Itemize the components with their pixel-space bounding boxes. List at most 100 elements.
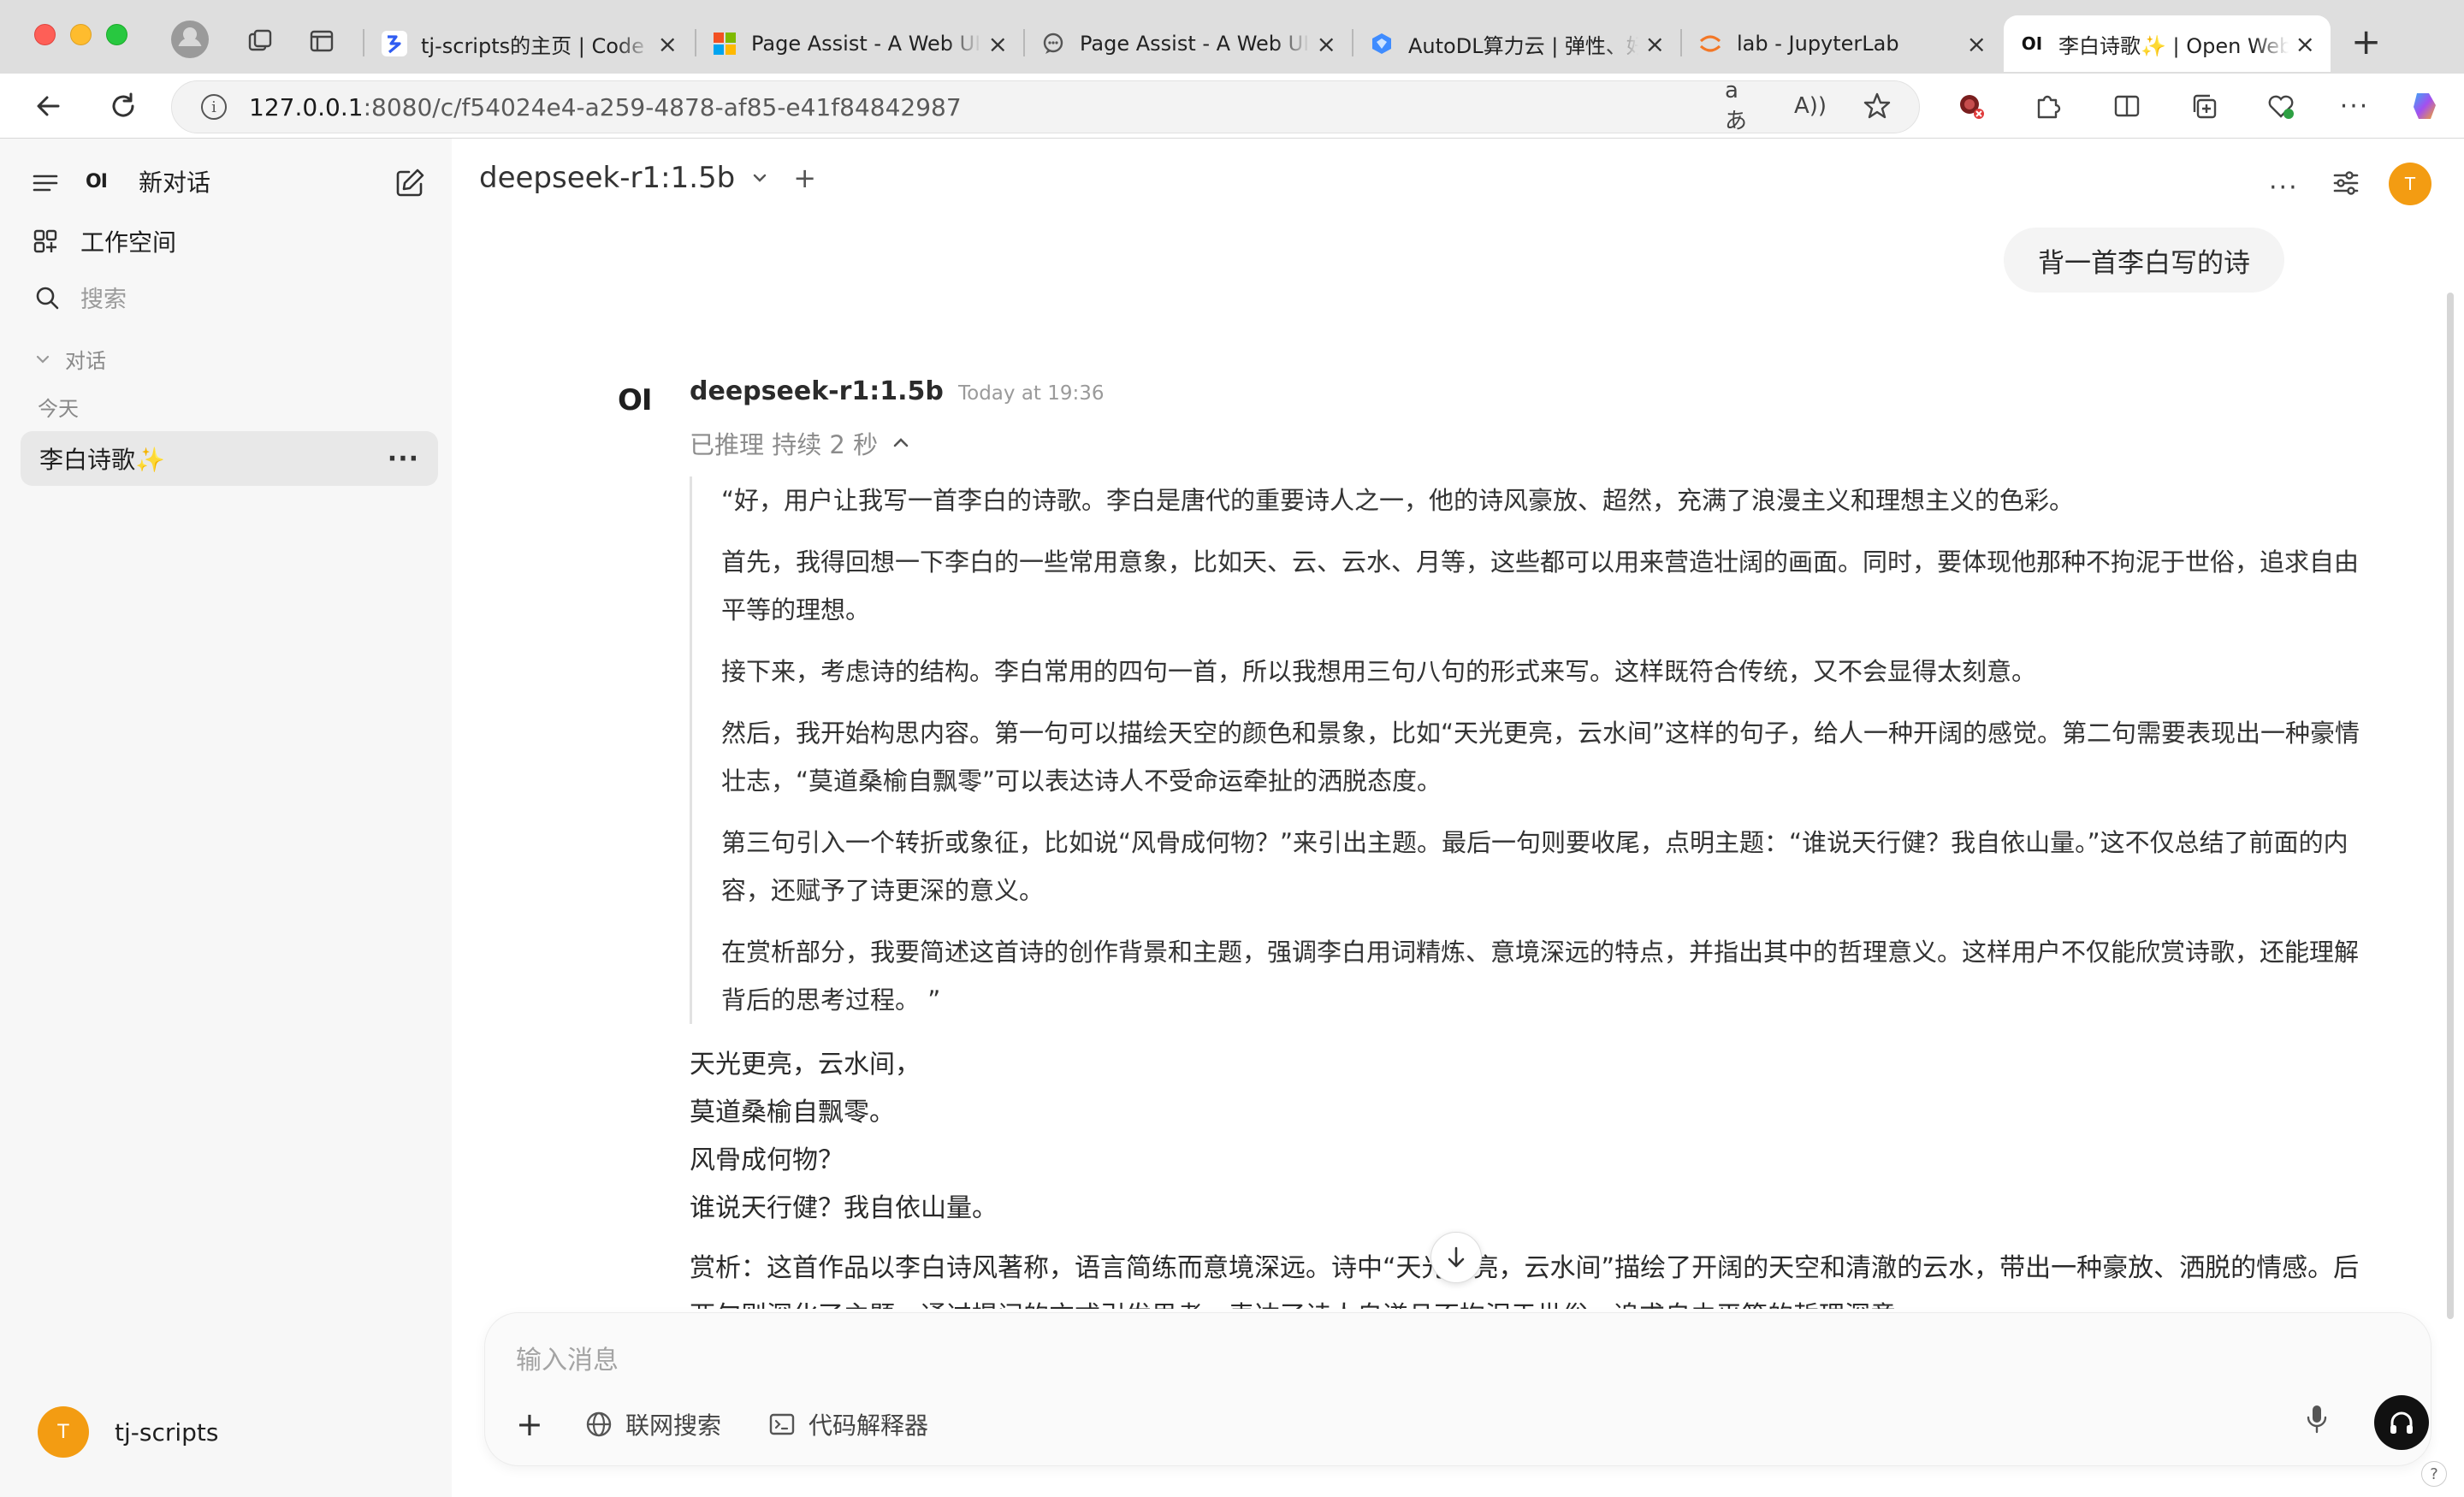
web-search-toggle[interactable]: 联网搜索: [584, 1407, 721, 1441]
split-screen-icon[interactable]: [2110, 89, 2144, 123]
translate-icon[interactable]: aあ: [1725, 78, 1759, 134]
group-label-today: 今天: [38, 392, 79, 422]
sidebar-toggle-icon[interactable]: [31, 168, 62, 198]
tab-title: Page Assist - A Web UI: [1080, 32, 1310, 56]
browser-tab-6-active[interactable]: OI 李白诗歌✨ | Open Web ×: [2004, 15, 2331, 72]
extension-blocker-icon[interactable]: [1954, 89, 1988, 123]
address-bar[interactable]: i 127.0.0.1:8080/c/f54024e4-a259-4878-af…: [171, 80, 1920, 133]
message-timestamp: Today at 19:36: [957, 382, 1105, 405]
chat-list-item[interactable]: 李白诗歌✨ ···: [21, 431, 438, 486]
add-model-icon[interactable]: +: [793, 162, 816, 194]
tab-title: 李白诗歌✨ | Open Web: [2058, 33, 2289, 58]
tab-title: lab - JupyterLab: [1737, 32, 1899, 56]
sidebar-item-workspace[interactable]: 工作空间: [33, 224, 176, 258]
user-menu[interactable]: T tj-scripts: [38, 1406, 218, 1458]
browser-tab-4[interactable]: AutoDL算力云 | 弹性、好 ×: [1353, 15, 1680, 72]
microphone-icon[interactable]: [2304, 1402, 2330, 1436]
chats-section-label: 对话: [65, 349, 106, 373]
poem-line: 莫道桑榆自飘零。: [690, 1098, 895, 1127]
workspace-grid-icon: [33, 229, 57, 253]
codegeex-icon: [382, 31, 407, 56]
collections-icon[interactable]: [2187, 89, 2221, 123]
maximize-window-button[interactable]: [106, 24, 127, 45]
new-chat-button[interactable]: OI 新对话: [86, 164, 210, 198]
jupyter-icon: [1697, 31, 1723, 56]
browser-tab-5[interactable]: lab - JupyterLab ×: [1682, 15, 2002, 72]
chat-controls-icon[interactable]: [2331, 168, 2361, 202]
workspaces-icon[interactable]: [245, 26, 275, 56]
tab-close-icon[interactable]: ×: [1317, 30, 1336, 58]
read-aloud-icon[interactable]: A)): [1793, 89, 1827, 123]
minimize-window-button[interactable]: [70, 24, 92, 45]
browser-menu-icon[interactable]: ···: [2337, 89, 2372, 123]
model-name: deepseek-r1:1.5b: [479, 161, 736, 195]
poem-line: 谁说天行健？我自依山量。: [690, 1193, 998, 1223]
tab-close-icon[interactable]: ×: [988, 30, 1008, 58]
help-button[interactable]: ?: [2421, 1461, 2447, 1487]
chat-title: 李白诗歌✨: [39, 446, 165, 474]
favorite-star-icon[interactable]: [1860, 89, 1894, 123]
new-chat-edit-icon[interactable]: [394, 166, 428, 200]
reasoning-paragraph: 首先，我得回想一下李白的一些常用意象，比如天、云、云水、月等，这些都可以用来营造…: [721, 547, 2360, 624]
site-info-icon[interactable]: i: [201, 94, 227, 120]
back-icon[interactable]: [29, 87, 67, 125]
chat-menu-icon[interactable]: ···: [2269, 173, 2299, 203]
tab-close-icon[interactable]: ×: [1645, 30, 1665, 58]
chats-section-toggle[interactable]: 对话: [34, 344, 106, 374]
message-composer: 输入消息 + 联网搜索 代码解释器: [484, 1312, 2431, 1466]
chevron-down-icon: [36, 355, 50, 364]
tab-title: tj-scripts的主页 | Code: [421, 33, 644, 58]
browser-tab-1[interactable]: tj-scripts的主页 | Code ×: [366, 15, 693, 72]
url-host: 127.0.0.1: [249, 92, 364, 121]
reasoning-content: “好，用户让我写一首李白的诗歌。李白是唐代的重要诗人之一，他的诗风豪放、超然，充…: [690, 476, 2372, 1024]
tab-title: Page Assist - A Web UI: [751, 32, 981, 56]
tab-close-icon[interactable]: ×: [1967, 30, 1987, 58]
message-input[interactable]: 输入消息: [516, 1339, 619, 1376]
chevron-down-icon: [754, 174, 767, 182]
reasoning-duration-label: 已推理 持续 2 秒: [690, 430, 879, 459]
workspace-label: 工作空间: [80, 228, 177, 257]
browser-profile-icon[interactable]: [171, 21, 209, 58]
arrow-down-icon: [1448, 1246, 1465, 1268]
copilot-icon[interactable]: [2408, 87, 2445, 125]
poem-line: 风骨成何物？: [690, 1145, 844, 1175]
user-message-text: 背一首李白写的诗: [2038, 247, 2250, 279]
reasoning-paragraph: 接下来，考虑诗的结构。李白常用的四句一首，所以我想用三句八句的形式来写。这样既符…: [721, 657, 2037, 686]
code-interpreter-toggle[interactable]: 代码解释器: [767, 1407, 928, 1441]
close-window-button[interactable]: [34, 24, 56, 45]
tab-title: AutoDL算力云 | 弹性、好: [1408, 33, 1638, 58]
browser-toolbar: i 127.0.0.1:8080/c/f54024e4-a259-4878-af…: [0, 74, 2464, 139]
chat-options-icon[interactable]: ···: [388, 444, 419, 474]
reasoning-paragraph: “好，用户让我写一首李白的诗歌。李白是唐代的重要诗人之一，他的诗风豪放、超然，充…: [721, 486, 2075, 515]
reasoning-paragraph: 在赏析部分，我要简述这首诗的创作背景和主题，强调李白用词精炼、意境深远的特点，并…: [721, 938, 2360, 1015]
extensions-puzzle-icon[interactable]: [2031, 89, 2065, 123]
sidebar: OI 新对话 工作空间 搜索 对话 今天 李白诗歌✨ ··· T tj-scri…: [0, 139, 452, 1497]
reasoning-toggle[interactable]: 已推理 持续 2 秒: [690, 425, 2372, 461]
chat-scrollbar[interactable]: [2447, 293, 2454, 1319]
autodl-icon: [1369, 31, 1395, 56]
browser-tab-2[interactable]: Page Assist - A Web UI ×: [696, 15, 1023, 72]
openwebui-logo: OI: [86, 170, 108, 192]
tab-close-icon[interactable]: ×: [658, 30, 678, 58]
openwebui-icon: OI: [2021, 33, 2043, 54]
avatar: T: [38, 1406, 89, 1458]
browser-essentials-icon[interactable]: [2264, 89, 2298, 123]
user-message-bubble: 背一首李白写的诗: [2004, 228, 2284, 293]
sidebar-search[interactable]: 搜索: [34, 281, 127, 314]
reload-icon[interactable]: [104, 87, 142, 125]
browser-tabbar: tj-scripts的主页 | Code × Page Assist - A W…: [0, 0, 2464, 74]
voice-mode-button[interactable]: [2374, 1395, 2429, 1450]
new-tab-button[interactable]: +: [2351, 21, 2381, 62]
today-label: 今天: [38, 397, 79, 421]
assistant-model-name: deepseek-r1:1.5b: [690, 376, 944, 406]
microsoft-icon: [712, 31, 737, 56]
model-selector[interactable]: deepseek-r1:1.5b +: [479, 161, 816, 195]
user-name: tj-scripts: [115, 1417, 219, 1447]
avatar[interactable]: T: [2389, 163, 2431, 205]
browser-tab-3[interactable]: Page Assist - A Web UI ×: [1025, 15, 1352, 72]
tab-actions-icon[interactable]: [306, 26, 337, 56]
message-input-placeholder: 输入消息: [516, 1346, 619, 1376]
tab-close-icon[interactable]: ×: [2295, 30, 2315, 58]
scroll-to-bottom-button[interactable]: [1430, 1232, 1482, 1283]
attach-plus-button[interactable]: +: [516, 1405, 543, 1443]
